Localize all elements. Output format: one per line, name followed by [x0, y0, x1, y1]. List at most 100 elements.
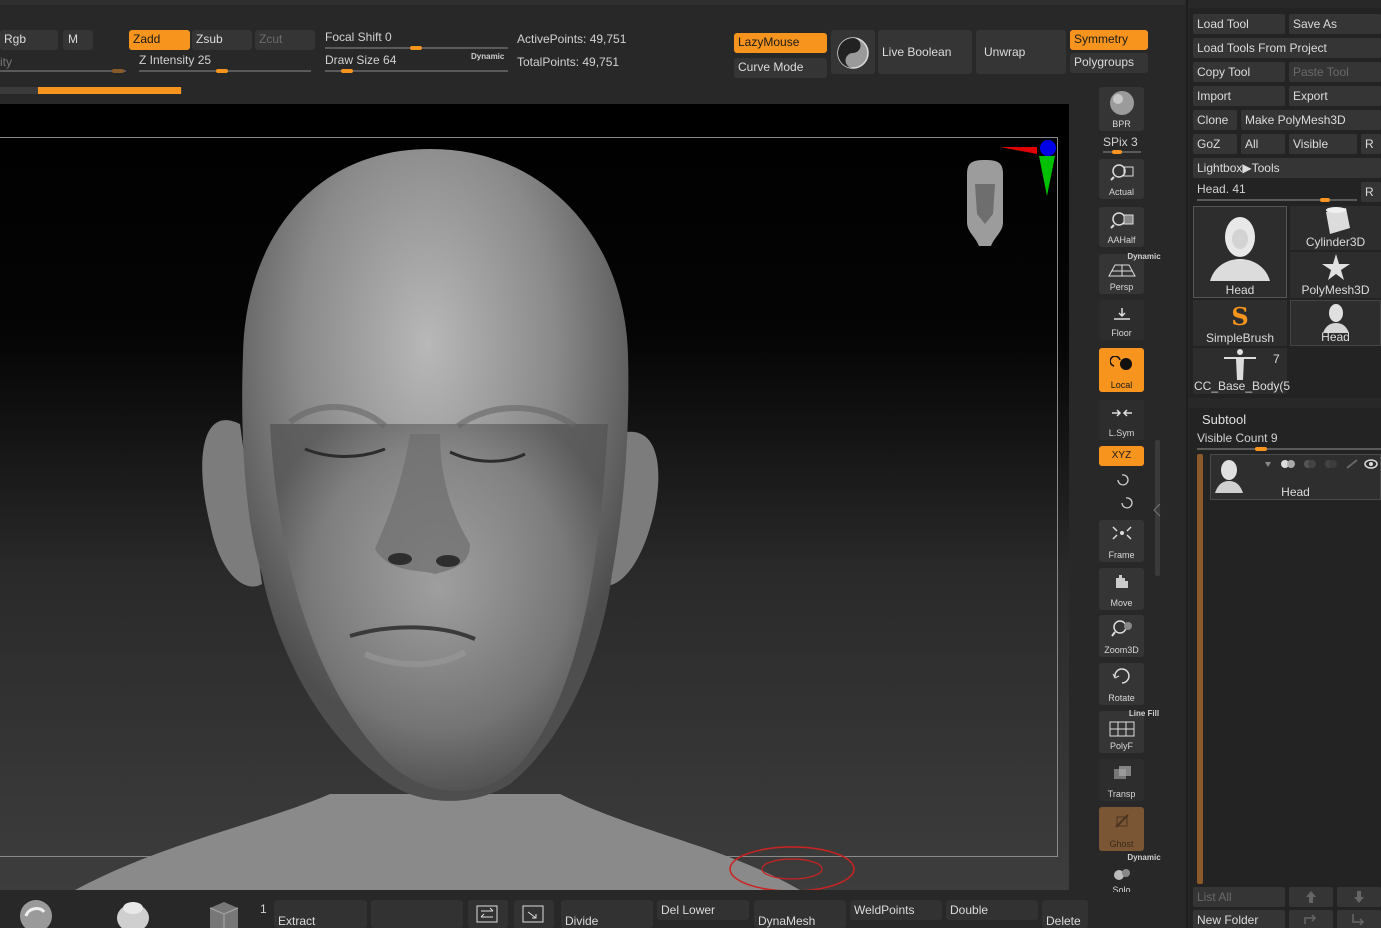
subtool-toggle-icons[interactable]	[1263, 457, 1381, 471]
z-intensity-knob[interactable]	[216, 69, 228, 73]
cycle-icon[interactable]	[18, 898, 54, 928]
move-button[interactable]: Move	[1099, 568, 1144, 610]
navigation-gizmo[interactable]	[955, 134, 1065, 264]
export-button[interactable]: Export	[1289, 86, 1381, 106]
local-button[interactable]: Local	[1099, 348, 1144, 392]
actual-button[interactable]: Actual	[1099, 159, 1144, 199]
zadd-button[interactable]: Zadd	[129, 30, 190, 50]
lsym-button[interactable]: L.Sym	[1099, 400, 1144, 440]
head-slider-knob[interactable]	[1320, 198, 1330, 202]
lsym-arrows-icon	[1111, 409, 1132, 417]
xyz-button[interactable]: XYZ	[1099, 446, 1144, 466]
make-polymesh3d-button[interactable]: Make PolyMesh3D	[1241, 110, 1381, 130]
frame-button[interactable]: Frame	[1099, 520, 1144, 562]
draw-size-value: 64	[383, 53, 397, 67]
load-tools-from-project-button[interactable]: Load Tools From Project	[1193, 38, 1381, 58]
goz-visible-button[interactable]: Visible	[1289, 134, 1357, 154]
visible-count-value: 9	[1270, 431, 1278, 445]
cylinder-icon	[1325, 207, 1350, 234]
ghost-button[interactable]: Ghost	[1099, 807, 1144, 851]
rotate-y-icon[interactable]	[1114, 472, 1130, 488]
spix-knob[interactable]	[1112, 150, 1122, 154]
intensity-slider[interactable]	[0, 70, 126, 72]
tool-thumb-head[interactable]: Head	[1193, 206, 1287, 298]
swap-button[interactable]	[468, 900, 508, 928]
sphere-toggle-button[interactable]	[831, 30, 875, 74]
paste-tool-button[interactable]: Paste Tool	[1289, 62, 1381, 82]
draw-size-knob[interactable]	[341, 69, 353, 73]
blank-button[interactable]	[371, 900, 463, 928]
unwrap-button[interactable]: Unwrap	[976, 30, 1066, 74]
folder-down-button[interactable]	[1337, 910, 1381, 928]
polygroups-button[interactable]: Polygroups	[1070, 53, 1148, 73]
delete-button[interactable]: Delete	[1042, 900, 1088, 928]
cube-icon[interactable]	[206, 900, 242, 928]
symmetry-button[interactable]: Symmetry	[1070, 30, 1148, 50]
focal-shift-knob[interactable]	[410, 46, 422, 50]
move-down-button[interactable]	[1337, 887, 1381, 907]
extract-button[interactable]: Extract	[274, 900, 367, 928]
dynamesh-button[interactable]: DynaMesh	[754, 900, 846, 928]
zcut-button[interactable]: Zcut	[255, 30, 315, 50]
zsub-button[interactable]: Zsub	[192, 30, 252, 50]
tool-thumb-cc-base-body[interactable]: 7 CC_Base_Body(5	[1193, 348, 1290, 394]
scarab-icon[interactable]	[112, 896, 154, 928]
spix-slider[interactable]	[1103, 151, 1141, 153]
viewport[interactable]	[0, 104, 1069, 890]
rotate-button[interactable]: Rotate	[1099, 663, 1144, 705]
subtool-item-head[interactable]: Head	[1210, 454, 1381, 500]
simplebrush-s-icon: S	[1231, 302, 1249, 331]
m-button[interactable]: M	[63, 30, 93, 50]
goz-all-button[interactable]: All	[1241, 134, 1285, 154]
persp-dynamic-label[interactable]: Dynamic	[1122, 252, 1167, 261]
subtool-scrollbar[interactable]	[1197, 454, 1203, 884]
goz-r-button[interactable]: R	[1361, 134, 1381, 154]
rgb-button[interactable]: Rgb	[0, 30, 58, 50]
tool-thumb-head-2[interactable]: Head	[1290, 300, 1381, 346]
collapse-arrow-icon[interactable]	[1153, 503, 1161, 517]
list-all-button[interactable]: List All	[1193, 887, 1285, 907]
clone-button[interactable]: Clone	[1193, 110, 1237, 130]
load-tool-button[interactable]: Load Tool	[1193, 14, 1285, 34]
resize-button[interactable]	[514, 900, 554, 928]
floor-button[interactable]: Floor	[1099, 300, 1144, 340]
tool-thumb-simplebrush[interactable]: S SimpleBrush	[1193, 300, 1287, 346]
new-folder-button[interactable]: New Folder	[1193, 910, 1285, 928]
dynamic-label[interactable]: Dynamic	[471, 52, 504, 61]
lazymouse-button[interactable]: LazyMouse	[734, 33, 827, 53]
zoom3d-button[interactable]: Zoom3D	[1099, 615, 1144, 657]
solo-button[interactable]: Dynamic Solo	[1099, 853, 1161, 897]
curve-mode-button[interactable]: Curve Mode	[734, 58, 827, 78]
intensity-knob[interactable]	[112, 69, 124, 73]
head-r-button[interactable]: R	[1361, 182, 1381, 202]
subtool-title[interactable]: Subtool	[1202, 412, 1246, 427]
bottom-count: 1	[260, 902, 267, 916]
goz-button[interactable]: GoZ	[1193, 134, 1237, 154]
weldpoints-button[interactable]: WeldPoints	[850, 900, 942, 920]
move-up-button[interactable]	[1289, 887, 1333, 907]
tool-thumb-polymesh3d[interactable]: PolyMesh3D	[1290, 252, 1381, 298]
divide-button[interactable]: Divide	[561, 900, 653, 928]
tool-thumb-cylinder3d[interactable]: Cylinder3D	[1290, 206, 1381, 250]
z-intensity-value: 25	[197, 53, 212, 67]
bpr-button[interactable]: BPR	[1099, 87, 1144, 131]
live-boolean-button[interactable]: Live Boolean	[878, 30, 972, 74]
import-button[interactable]: Import	[1193, 86, 1285, 106]
double-button[interactable]: Double	[946, 900, 1038, 920]
visible-count-slider[interactable]	[1197, 448, 1381, 450]
copy-tool-button[interactable]: Copy Tool	[1193, 62, 1285, 82]
del-lower-button[interactable]: Del Lower	[657, 900, 749, 920]
persp-button[interactable]: Dynamic Persp	[1099, 252, 1161, 294]
head-slider[interactable]	[1197, 199, 1357, 201]
aahalf-button[interactable]: AAHalf	[1099, 207, 1144, 247]
solo-dynamic-label[interactable]: Dynamic	[1122, 853, 1167, 862]
polyf-button[interactable]: Line Fill PolyF	[1099, 709, 1159, 753]
polyf-linefill-label[interactable]: Line Fill	[1122, 709, 1167, 718]
visible-count-knob[interactable]	[1255, 447, 1267, 451]
head-model[interactable]	[0, 104, 1069, 890]
save-as-button[interactable]: Save As	[1289, 14, 1381, 34]
transp-button[interactable]: Transp	[1099, 759, 1144, 801]
folder-move-button[interactable]	[1289, 910, 1333, 928]
rotate-z-icon[interactable]	[1118, 495, 1134, 511]
lightbox-tools-button[interactable]: Lightbox▶Tools	[1193, 158, 1381, 178]
